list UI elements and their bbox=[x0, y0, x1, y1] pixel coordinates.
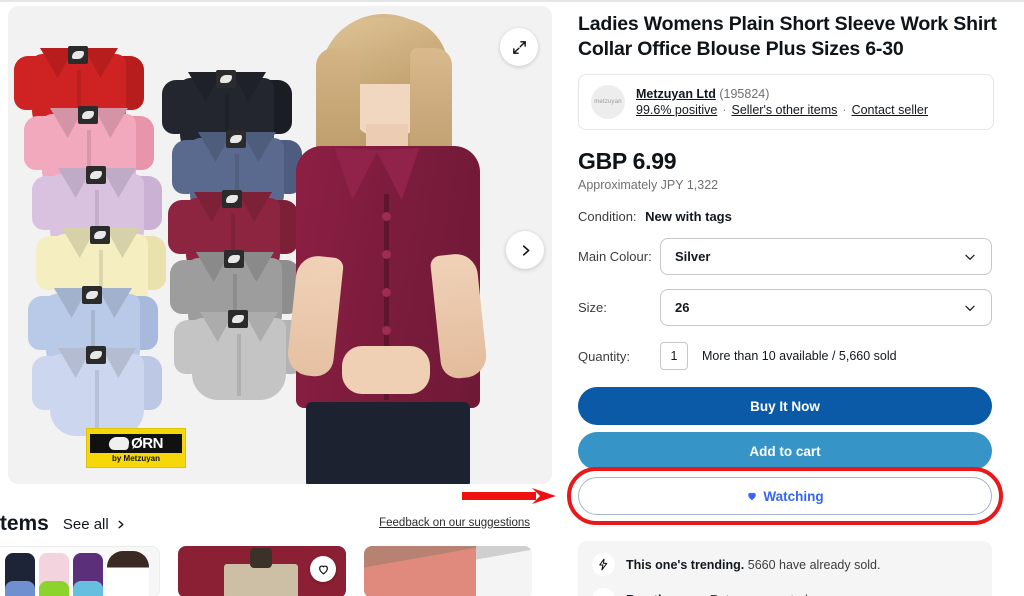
quantity-row: Quantity: 1 More than 10 available / 5,6… bbox=[578, 342, 1024, 370]
related-item-card[interactable] bbox=[0, 546, 160, 596]
page-title: Ladies Womens Plain Short Sleeve Work Sh… bbox=[578, 13, 997, 60]
size-value: 26 bbox=[675, 300, 690, 315]
seller-info-box: metzuyan Metzuyan Ltd (195824) 99.6% pos… bbox=[578, 74, 994, 130]
related-item-card[interactable] bbox=[364, 546, 532, 596]
buy-it-now-button[interactable]: Buy It Now bbox=[578, 387, 992, 425]
returns-info: Breathe easy. Returns accepted. bbox=[592, 588, 978, 596]
contact-seller-link[interactable]: Contact seller bbox=[852, 103, 928, 117]
main-colour-value: Silver bbox=[675, 249, 711, 264]
size-select[interactable]: 26 bbox=[660, 289, 992, 326]
return-arrow-icon bbox=[592, 588, 615, 596]
lightning-bolt-icon bbox=[592, 553, 615, 576]
returns-rest: Returns accepted. bbox=[706, 593, 811, 596]
quantity-input[interactable]: 1 bbox=[660, 342, 688, 370]
next-image-button[interactable] bbox=[506, 231, 544, 269]
related-title: items bbox=[0, 512, 49, 535]
shirt-swatch bbox=[32, 340, 162, 436]
chevron-down-icon bbox=[965, 305, 975, 311]
product-details-panel: Ladies Womens Plain Short Sleeve Work Sh… bbox=[462, 0, 1024, 596]
related-cards-row bbox=[0, 546, 532, 596]
seller-name-link[interactable]: Metzuyan Ltd bbox=[636, 87, 716, 101]
brand-logo-subtitle: by Metzuyan bbox=[111, 453, 160, 463]
condition-label: Condition: bbox=[578, 209, 637, 224]
heart-filled-icon bbox=[748, 492, 757, 501]
watching-label: Watching bbox=[763, 488, 824, 504]
heart-outline-icon[interactable] bbox=[310, 556, 336, 582]
trending-info: This one's trending. 5660 have already s… bbox=[592, 553, 978, 576]
feedback-link[interactable]: Feedback on our suggestions bbox=[379, 517, 530, 529]
price: GBP 6.99 bbox=[578, 148, 677, 174]
availability-text: More than 10 available / 5,660 sold bbox=[702, 349, 897, 363]
bird-icon bbox=[108, 436, 130, 450]
main-colour-select[interactable]: Silver bbox=[660, 238, 992, 275]
watching-button[interactable]: Watching bbox=[578, 477, 992, 515]
related-items-section: items See all Feedback on our suggestion… bbox=[0, 500, 560, 596]
separator: · bbox=[722, 103, 727, 117]
related-item-card[interactable] bbox=[178, 546, 346, 596]
model-photo bbox=[258, 6, 518, 484]
seller-feedback-count: (195824) bbox=[719, 87, 770, 101]
condition-row: Condition: New with tags bbox=[578, 209, 1024, 224]
quantity-label: Quantity: bbox=[578, 348, 631, 364]
brand-logo-word: ØRN bbox=[131, 434, 163, 452]
see-all-link[interactable]: See all bbox=[63, 516, 126, 533]
main-colour-row: Main Colour: Silver bbox=[578, 238, 1024, 275]
product-gallery[interactable]: ØRN by Metzuyan bbox=[8, 6, 552, 484]
avatar: metzuyan bbox=[591, 85, 625, 119]
size-label: Size: bbox=[578, 300, 607, 315]
seller-other-items-link[interactable]: Seller's other items bbox=[731, 103, 837, 117]
add-to-cart-button[interactable]: Add to cart bbox=[578, 432, 992, 470]
size-row: Size: 26 bbox=[578, 289, 1024, 326]
trending-bold: This one's trending. bbox=[626, 557, 745, 572]
chevron-down-icon bbox=[965, 254, 975, 260]
seller-positive-link[interactable]: 99.6% positive bbox=[636, 103, 717, 117]
separator: · bbox=[842, 103, 847, 117]
returns-bold: Breathe easy. bbox=[626, 593, 706, 596]
expand-icon[interactable] bbox=[500, 28, 538, 66]
main-colour-label: Main Colour: bbox=[578, 249, 652, 264]
chevron-right-icon bbox=[118, 520, 124, 528]
trending-rest: 5660 have already sold. bbox=[744, 557, 881, 572]
product-page: ØRN by Metzuyan items See all Feedback o… bbox=[0, 0, 1024, 596]
brand-logo: ØRN by Metzuyan bbox=[86, 428, 186, 468]
info-box: This one's trending. 5660 have already s… bbox=[578, 541, 992, 596]
see-all-label: See all bbox=[62, 515, 109, 533]
watching-button-wrapper: Watching bbox=[462, 467, 1003, 525]
condition-value: New with tags bbox=[645, 209, 732, 224]
approx-price: Approximately JPY 1,322 bbox=[578, 178, 719, 192]
